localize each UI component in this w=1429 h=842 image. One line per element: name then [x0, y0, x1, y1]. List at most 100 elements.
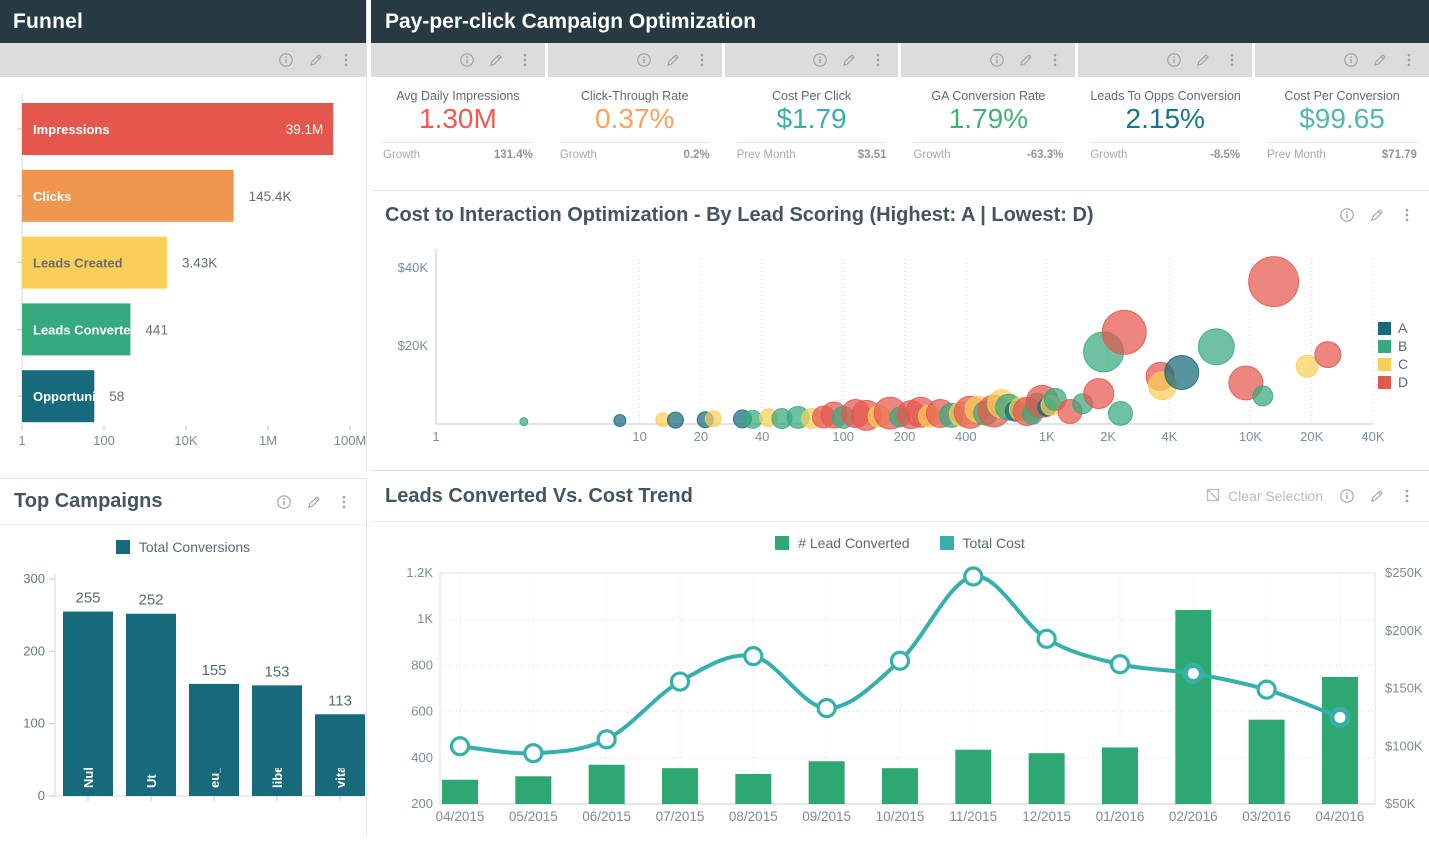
edit-icon[interactable]: [1195, 52, 1211, 68]
bubble-point-D[interactable]: [1102, 310, 1146, 354]
bubble-point-A[interactable]: [614, 414, 626, 426]
bubble-point-A[interactable]: [667, 412, 683, 428]
info-icon[interactable]: [1343, 52, 1359, 68]
tc-bar-1[interactable]: [126, 614, 176, 796]
tc-y-tick: 0: [38, 788, 45, 803]
edit-icon[interactable]: [665, 52, 681, 68]
bubble-header: Cost to Interaction Optimization - By Le…: [371, 191, 1429, 239]
info-icon[interactable]: [1339, 207, 1355, 223]
trend-bar-02/2016[interactable]: [1175, 610, 1211, 804]
bubble-point-C[interactable]: [705, 411, 721, 427]
edit-icon[interactable]: [488, 52, 504, 68]
edit-icon[interactable]: [1372, 52, 1388, 68]
kpi-body: Click-Through Rate 0.37% Growth 0.2%: [548, 77, 722, 161]
bubble-point-B[interactable]: [744, 410, 762, 428]
legend-item-lead-converted[interactable]: # Lead Converted: [775, 535, 909, 551]
trend-bar-04/2015[interactable]: [442, 780, 478, 804]
trend-x-tick: 02/2016: [1169, 809, 1218, 824]
menu-icon[interactable]: [1224, 52, 1240, 68]
menu-icon[interactable]: [870, 52, 886, 68]
bubble-legend-swatch[interactable]: [1378, 376, 1391, 389]
bubble-point-C[interactable]: [1296, 355, 1318, 377]
info-icon[interactable]: [989, 52, 1005, 68]
info-icon[interactable]: [636, 52, 652, 68]
bubble-point-D[interactable]: [1315, 342, 1341, 368]
bubble-legend-swatch[interactable]: [1378, 322, 1391, 335]
bubble-point-D[interactable]: [1084, 379, 1114, 409]
trend-bar-05/2015[interactable]: [515, 776, 551, 804]
trend-x-tick: 08/2015: [729, 809, 778, 824]
top-campaigns-chart: 0100200300255Nullam_lobortis...252Ut155e…: [0, 564, 367, 837]
menu-icon[interactable]: [1047, 52, 1063, 68]
kpi-sub-row: Prev Month $3.51: [737, 142, 887, 161]
trend-marker-08/2015[interactable]: [745, 648, 762, 665]
info-icon[interactable]: [1339, 488, 1355, 504]
trend-marker-07/2015[interactable]: [671, 673, 688, 690]
bubble-point-A[interactable]: [1165, 356, 1199, 390]
trend-bar-04/2016[interactable]: [1322, 677, 1358, 804]
menu-icon[interactable]: [694, 52, 710, 68]
legend-label: Total Cost: [963, 535, 1025, 551]
tc-bar-value: 255: [75, 590, 100, 607]
edit-icon[interactable]: [306, 494, 322, 510]
funnel-bar-label: Leads Created: [33, 256, 123, 271]
tc-bar-value: 252: [138, 592, 163, 609]
trend-bar-11/2015[interactable]: [955, 750, 991, 804]
clear-selection-icon: [1205, 487, 1221, 506]
funnel-toolbar: [0, 43, 366, 77]
edit-icon[interactable]: [308, 52, 324, 68]
trend-bar-06/2015[interactable]: [589, 765, 625, 804]
legend-swatch: [116, 540, 130, 554]
menu-icon[interactable]: [338, 52, 354, 68]
bubble-point-D[interactable]: [1249, 257, 1299, 307]
info-icon[interactable]: [812, 52, 828, 68]
edit-icon[interactable]: [841, 52, 857, 68]
bubble-point-B[interactable]: [1198, 329, 1234, 365]
bubble-point-B[interactable]: [1253, 386, 1273, 406]
trend-marker-09/2015[interactable]: [818, 700, 835, 717]
trend-bar-07/2015[interactable]: [662, 768, 698, 804]
trend-marker-04/2015[interactable]: [452, 738, 469, 755]
bubble-x-tick: 10K: [1239, 429, 1262, 444]
trend-bar-08/2015[interactable]: [735, 774, 771, 804]
trend-marker-12/2015[interactable]: [1038, 630, 1055, 647]
legend-item-total-cost[interactable]: Total Cost: [940, 535, 1025, 551]
kpi-card-avg-daily-impressions: Avg Daily Impressions 1.30M Growth 131.4…: [371, 43, 545, 190]
clear-selection-button[interactable]: Clear Selection: [1205, 487, 1323, 506]
edit-icon[interactable]: [1369, 488, 1385, 504]
edit-icon[interactable]: [1369, 207, 1385, 223]
menu-icon[interactable]: [1401, 52, 1417, 68]
menu-icon[interactable]: [336, 494, 352, 510]
trend-marker-05/2015[interactable]: [525, 745, 542, 762]
info-icon[interactable]: [276, 494, 292, 510]
bubble-legend-swatch[interactable]: [1378, 358, 1391, 371]
kpi-sub-value: $3.51: [858, 149, 887, 161]
trend-bar-03/2016[interactable]: [1249, 720, 1285, 804]
trend-marker-11/2015[interactable]: [965, 568, 982, 585]
menu-icon[interactable]: [1399, 488, 1415, 504]
trend-bar-10/2015[interactable]: [882, 768, 918, 804]
trend-bar-12/2015[interactable]: [1029, 753, 1065, 804]
edit-icon[interactable]: [1018, 52, 1034, 68]
bubble-legend-swatch[interactable]: [1378, 340, 1391, 353]
trend-marker-06/2015[interactable]: [598, 731, 615, 748]
menu-icon[interactable]: [1399, 207, 1415, 223]
menu-icon[interactable]: [517, 52, 533, 68]
bubble-point-B[interactable]: [520, 418, 528, 426]
trend-left-y-tick: 1.2K: [406, 565, 433, 580]
info-icon[interactable]: [1166, 52, 1182, 68]
funnel-bar-value: 145.4K: [249, 189, 292, 204]
kpi-sub-row: Growth -63.3%: [913, 142, 1063, 161]
trend-bar-01/2016[interactable]: [1102, 747, 1138, 804]
trend-marker-04/2016[interactable]: [1332, 709, 1348, 725]
trend-marker-10/2015[interactable]: [891, 652, 908, 669]
info-icon[interactable]: [278, 52, 294, 68]
bubble-point-B[interactable]: [1108, 401, 1132, 425]
trend-marker-03/2016[interactable]: [1258, 681, 1275, 698]
trend-bar-09/2015[interactable]: [809, 761, 845, 804]
trend-marker-01/2016[interactable]: [1111, 656, 1128, 673]
top-campaigns-legend[interactable]: Total Conversions: [0, 539, 366, 555]
bubble-y-tick: $20K: [398, 338, 429, 353]
trend-marker-02/2016[interactable]: [1185, 665, 1201, 681]
info-icon[interactable]: [459, 52, 475, 68]
